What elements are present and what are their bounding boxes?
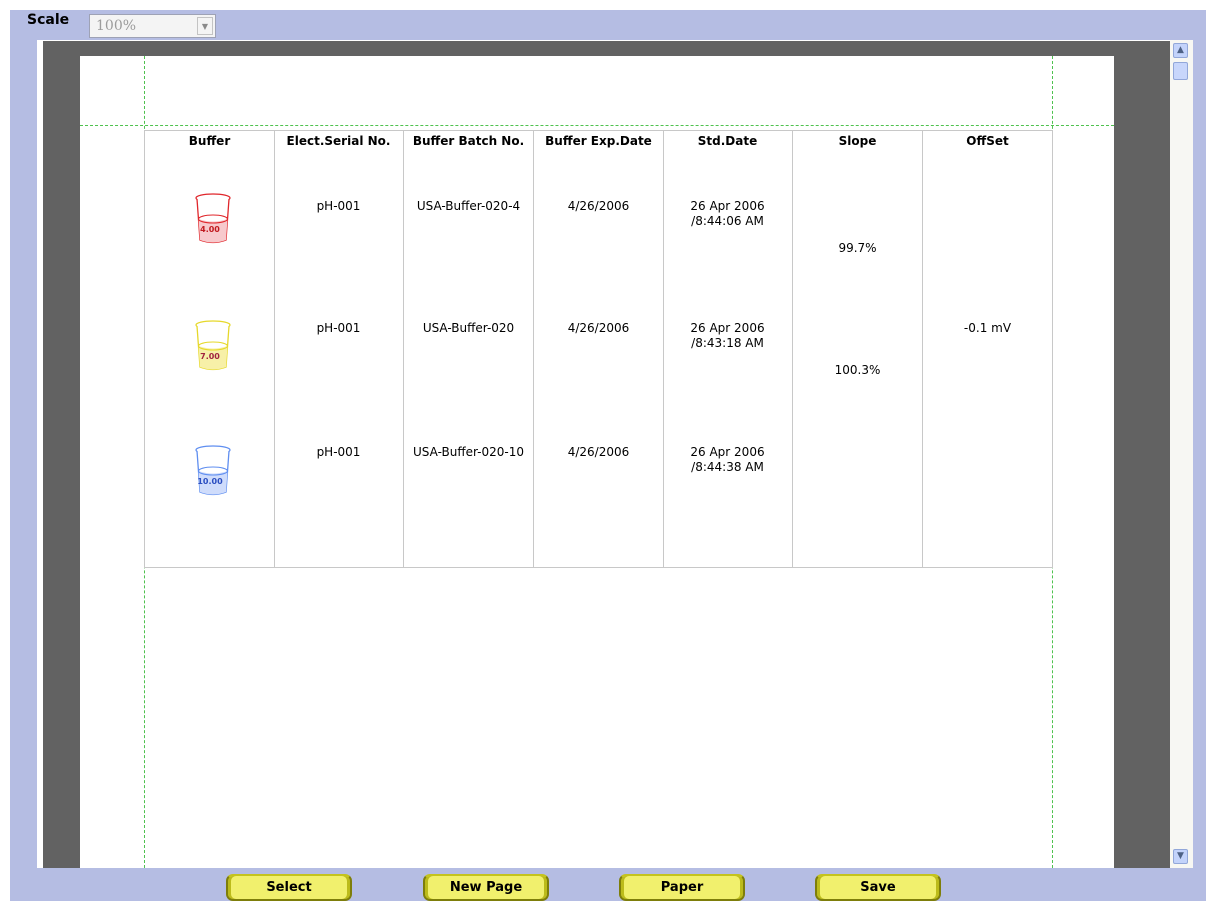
- serial-cell: pH-001: [316, 321, 361, 335]
- scale-value: 100%: [96, 18, 137, 34]
- beaker-icon: 4.00: [193, 193, 237, 253]
- vertical-scrollbar[interactable]: ▲ ▼: [1170, 40, 1193, 868]
- std-date-cell: 26 Apr 2006: [690, 445, 765, 459]
- batch-cell: USA-Buffer-020-10: [413, 445, 524, 459]
- paper-button[interactable]: Paper: [619, 874, 745, 901]
- scroll-up-arrow-icon[interactable]: ▲: [1173, 43, 1188, 58]
- chevron-down-icon[interactable]: ▼: [197, 17, 213, 35]
- header-std-date: Std.Date: [697, 134, 758, 148]
- column-divider: [922, 131, 923, 567]
- beaker-icon: 10.00: [193, 445, 237, 505]
- buffer-value: 10.00: [197, 477, 223, 486]
- beaker-icon: 7.00: [193, 320, 237, 380]
- exp-date-cell: 4/26/2006: [567, 445, 630, 459]
- header-buffer: Buffer: [188, 134, 231, 148]
- serial-cell: pH-001: [316, 445, 361, 459]
- header-serial: Elect.Serial No.: [286, 134, 391, 148]
- new-page-button[interactable]: New Page: [423, 874, 549, 901]
- column-divider: [533, 131, 534, 567]
- calibration-report-table: Buffer Elect.Serial No. Buffer Batch No.…: [144, 130, 1053, 568]
- batch-cell: USA-Buffer-020: [422, 321, 515, 335]
- std-date-cell: 26 Apr 2006: [690, 321, 765, 335]
- buffer-value: 7.00: [200, 352, 220, 361]
- std-time-cell: /8:43:18 AM: [691, 336, 764, 350]
- top-margin-guide: [80, 125, 1114, 126]
- header-exp-date: Buffer Exp.Date: [545, 134, 652, 148]
- scroll-thumb[interactable]: [1173, 62, 1188, 80]
- scroll-down-arrow-icon[interactable]: ▼: [1173, 849, 1188, 864]
- scale-label: Scale: [27, 12, 70, 28]
- header-batch: Buffer Batch No.: [412, 134, 525, 148]
- exp-date-cell: 4/26/2006: [567, 321, 630, 335]
- serial-cell: pH-001: [316, 199, 361, 213]
- save-button[interactable]: Save: [815, 874, 941, 901]
- column-divider: [792, 131, 793, 567]
- std-time-cell: /8:44:06 AM: [691, 214, 764, 228]
- slope-cell: 99.7%: [838, 241, 877, 255]
- offset-cell: -0.1 mV: [963, 321, 1012, 335]
- exp-date-cell: 4/26/2006: [567, 199, 630, 213]
- column-divider: [274, 131, 275, 567]
- buffer-value: 4.00: [200, 225, 220, 234]
- column-divider: [403, 131, 404, 567]
- scale-toolbar: Scale 100% ▼: [0, 0, 1210, 40]
- batch-cell: USA-Buffer-020-4: [416, 199, 521, 213]
- header-slope: Slope: [838, 134, 877, 148]
- std-time-cell: /8:44:38 AM: [691, 460, 764, 474]
- select-button[interactable]: Select: [226, 874, 352, 901]
- header-offset: OffSet: [966, 134, 1009, 148]
- slope-cell: 100.3%: [834, 363, 881, 377]
- std-date-cell: 26 Apr 2006: [690, 199, 765, 213]
- scale-dropdown[interactable]: 100% ▼: [89, 14, 216, 38]
